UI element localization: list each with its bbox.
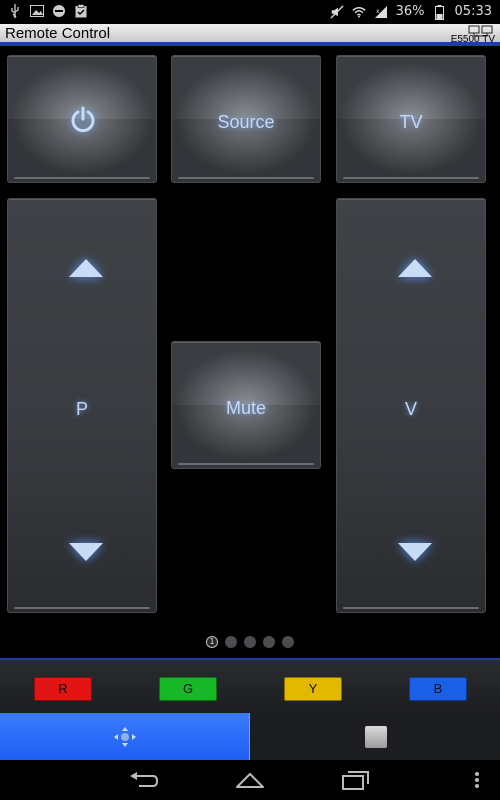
page-dot-active[interactable]: 1	[206, 636, 218, 648]
power-button[interactable]	[7, 55, 157, 183]
title-bar: Remote Control E5500 TV	[0, 24, 500, 46]
power-icon	[71, 106, 95, 133]
source-label: Source	[217, 112, 275, 132]
tv-model: E5500 TV	[450, 34, 495, 45]
image-icon	[30, 4, 44, 18]
color-button-bar: R G Y B	[0, 658, 500, 713]
signal-icon: x	[374, 5, 388, 19]
battery-percent: 36%	[395, 4, 425, 19]
mode-bar	[0, 713, 500, 760]
volume-rocker: V	[336, 198, 486, 613]
battery-icon	[433, 4, 447, 20]
tv-button[interactable]: TV	[336, 55, 486, 183]
navigation-bar	[0, 760, 500, 800]
dpad-icon	[114, 727, 136, 747]
menu-icon[interactable]	[474, 771, 480, 789]
stop-icon	[365, 726, 387, 748]
back-icon[interactable]	[129, 771, 159, 789]
mute-icon	[330, 5, 344, 19]
clipboard-icon	[74, 4, 88, 18]
mute-label: Mute	[225, 398, 267, 418]
yellow-button[interactable]: Y	[284, 677, 342, 701]
svg-text:x: x	[376, 8, 380, 15]
mute-button[interactable]: Mute	[171, 341, 321, 469]
page-indicator: 1	[0, 636, 500, 648]
volume-up-button[interactable]	[398, 259, 432, 277]
page-dot[interactable]	[244, 636, 256, 648]
source-button[interactable]: Source	[171, 55, 321, 183]
game-icon	[52, 4, 66, 18]
program-label: P	[75, 399, 88, 419]
status-bar: x 36% 05:33	[0, 0, 500, 24]
wifi-icon	[351, 5, 366, 19]
page-dot[interactable]	[225, 636, 237, 648]
page-dot[interactable]	[282, 636, 294, 648]
volume-down-button[interactable]	[398, 543, 432, 561]
clock: 05:33	[454, 4, 492, 19]
home-icon[interactable]	[235, 771, 265, 789]
green-button[interactable]: G	[159, 677, 217, 701]
tv-label: TV	[399, 112, 423, 132]
program-rocker: P	[7, 198, 157, 613]
program-down-button[interactable]	[69, 543, 103, 561]
page-title: Remote Control	[5, 25, 111, 42]
blue-button[interactable]: B	[409, 677, 467, 701]
red-button[interactable]: R	[34, 677, 92, 701]
page-dot[interactable]	[263, 636, 275, 648]
media-mode-tab[interactable]	[251, 713, 500, 760]
volume-label: V	[404, 399, 417, 419]
dpad-mode-tab[interactable]	[0, 713, 250, 760]
usb-icon	[8, 4, 22, 18]
recent-apps-icon[interactable]	[342, 770, 370, 790]
program-up-button[interactable]	[69, 259, 103, 277]
